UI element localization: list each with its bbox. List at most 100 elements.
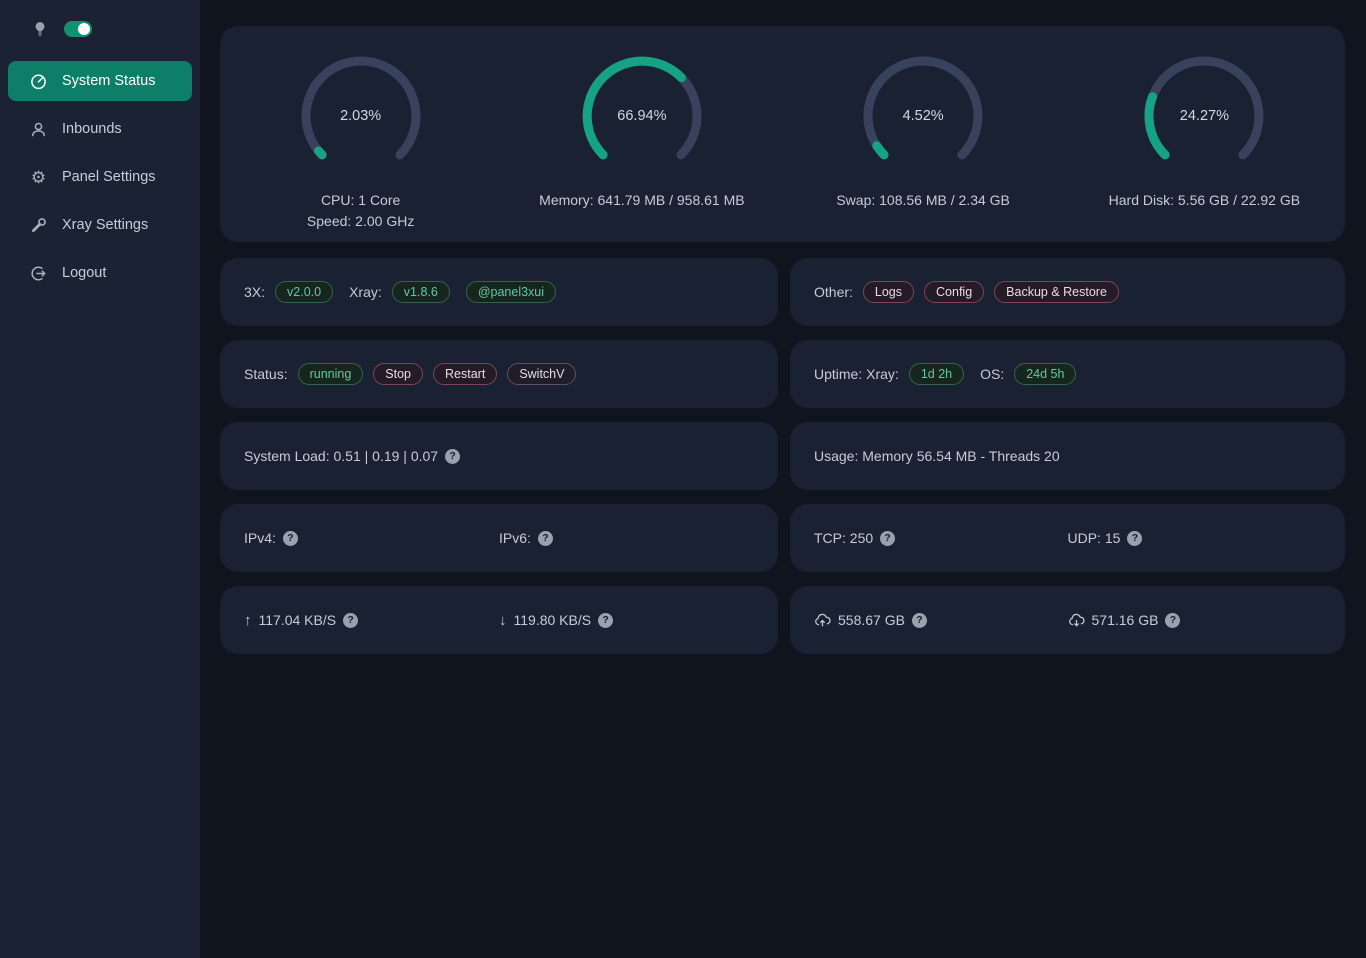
usage-text: Usage: Memory 56.54 MB - Threads 20 <box>814 448 1060 464</box>
cloud-download-icon <box>1068 612 1085 628</box>
udp-count-text: UDP: 15 <box>1068 530 1121 546</box>
lightbulb-icon <box>31 20 48 37</box>
tcp-section: TCP: 250 ? <box>814 530 1068 546</box>
system-load-card: System Load: 0.51 | 0.19 | 0.07 ? <box>220 422 778 490</box>
sidebar: System Status Inbounds ⚙ Panel Settings <box>0 0 200 958</box>
gauge: 2.03% CPU: 1 CoreSpeed: 2.00 GHz <box>220 55 501 242</box>
sent-traffic-section: 558.67 GB ? <box>814 612 1068 628</box>
upload-speed-section: ↑ 117.04 KB/S ? <box>244 612 499 629</box>
ipv4-label: IPv4: <box>244 530 276 546</box>
logout-icon <box>30 265 47 282</box>
traffic-card: 558.67 GB ? 571.16 GB ? <box>790 586 1345 654</box>
gear-icon: ⚙ <box>30 169 47 186</box>
download-speed-section: ↓ 119.80 KB/S ? <box>499 612 754 629</box>
gauge-label: Hard Disk: 5.56 GB / 22.92 GB <box>1109 190 1300 211</box>
info-grid: 3X: v2.0.0 Xray: v1.8.6 @panel3xui Other… <box>220 258 1345 654</box>
switch-version-button[interactable]: SwitchV <box>507 363 576 385</box>
sidebar-item-label: Xray Settings <box>62 217 148 233</box>
os-uptime-badge: 24d 5h <box>1014 363 1076 385</box>
ipv6-section: IPv6: ? <box>499 530 754 546</box>
status-label: Status: <box>244 366 288 382</box>
telegram-tag[interactable]: @panel3xui <box>466 281 556 303</box>
sidebar-item-label: Logout <box>62 265 106 281</box>
question-icon[interactable]: ? <box>445 449 460 464</box>
sidebar-item-system-status[interactable]: System Status <box>8 61 192 101</box>
theme-toggle-knob <box>78 23 90 35</box>
gauge-arc: 66.94% <box>581 55 703 177</box>
sidebar-item-panel-settings[interactable]: ⚙ Panel Settings <box>8 157 192 197</box>
download-speed-text: 119.80 KB/S <box>514 612 592 628</box>
xray-status-card: Status: running Stop Restart SwitchV <box>220 340 778 408</box>
arrow-up-icon: ↑ <box>244 612 252 629</box>
main-content: 2.03% CPU: 1 CoreSpeed: 2.00 GHz 66.94% Mem… <box>200 0 1366 654</box>
received-traffic-text: 571.16 GB <box>1092 612 1159 628</box>
config-button[interactable]: Config <box>924 281 984 303</box>
question-icon[interactable]: ? <box>912 613 927 628</box>
other-card: Other: Logs Config Backup & Restore <box>790 258 1345 326</box>
xray-uptime-badge: 1d 2h <box>909 363 964 385</box>
gauge-percent: 24.27% <box>1143 108 1265 124</box>
uptime-xray-label: Uptime: Xray: <box>814 366 899 382</box>
question-icon[interactable]: ? <box>880 531 895 546</box>
panel-version-label: 3X: <box>244 284 265 300</box>
sidebar-menu: System Status Inbounds ⚙ Panel Settings <box>0 61 200 293</box>
gauge-row: 2.03% CPU: 1 CoreSpeed: 2.00 GHz 66.94% Mem… <box>220 55 1345 242</box>
received-traffic-section: 571.16 GB ? <box>1068 612 1322 628</box>
cloud-upload-icon <box>814 612 831 628</box>
theme-row <box>0 20 200 37</box>
tcp-count-text: TCP: 250 <box>814 530 873 546</box>
question-icon[interactable]: ? <box>1127 531 1142 546</box>
sidebar-item-xray-settings[interactable]: Xray Settings <box>8 205 192 245</box>
question-icon[interactable]: ? <box>538 531 553 546</box>
gauge: 66.94% Memory: 641.79 MB / 958.61 MB <box>501 55 782 242</box>
xray-version-label: Xray: <box>349 284 382 300</box>
gauge-arc: 2.03% <box>300 55 422 177</box>
sidebar-item-logout[interactable]: Logout <box>8 253 192 293</box>
ipv6-label: IPv6: <box>499 530 531 546</box>
udp-section: UDP: 15 ? <box>1068 530 1322 546</box>
sent-traffic-text: 558.67 GB <box>838 612 905 628</box>
gauge-percent: 4.52% <box>862 108 984 124</box>
usage-card: Usage: Memory 56.54 MB - Threads 20 <box>790 422 1345 490</box>
uptime-os-label: OS: <box>980 366 1004 382</box>
ports-card: TCP: 250 ? UDP: 15 ? <box>790 504 1345 572</box>
question-icon[interactable]: ? <box>283 531 298 546</box>
gauge-label: Memory: 641.79 MB / 958.61 MB <box>539 190 744 211</box>
speed-card: ↑ 117.04 KB/S ? ↓ 119.80 KB/S ? <box>220 586 778 654</box>
system-load-text: System Load: 0.51 | 0.19 | 0.07 <box>244 448 438 464</box>
gauge-arc: 4.52% <box>862 55 984 177</box>
xray-version-tag[interactable]: v1.8.6 <box>392 281 450 303</box>
sidebar-item-label: Inbounds <box>62 121 122 137</box>
question-icon[interactable]: ? <box>1165 613 1180 628</box>
wrench-icon <box>30 217 47 234</box>
status-running-badge: running <box>298 363 364 385</box>
gauge-arc: 24.27% <box>1143 55 1265 177</box>
restart-button[interactable]: Restart <box>433 363 497 385</box>
other-label: Other: <box>814 284 853 300</box>
upload-speed-text: 117.04 KB/S <box>259 612 337 628</box>
question-icon[interactable]: ? <box>598 613 613 628</box>
dashboard-icon <box>30 73 47 90</box>
sidebar-item-label: Panel Settings <box>62 169 156 185</box>
uptime-card: Uptime: Xray: 1d 2h OS: 24d 5h <box>790 340 1345 408</box>
sidebar-item-label: System Status <box>62 73 155 89</box>
theme-toggle[interactable] <box>64 21 92 37</box>
gauge-percent: 66.94% <box>581 108 703 124</box>
gauge-percent: 2.03% <box>300 108 422 124</box>
gauges-card: 2.03% CPU: 1 CoreSpeed: 2.00 GHz 66.94% Mem… <box>220 26 1345 242</box>
ip-card: IPv4: ? IPv6: ? <box>220 504 778 572</box>
versions-card: 3X: v2.0.0 Xray: v1.8.6 @panel3xui <box>220 258 778 326</box>
gauge: 24.27% Hard Disk: 5.56 GB / 22.92 GB <box>1064 55 1345 242</box>
gauge: 4.52% Swap: 108.56 MB / 2.34 GB <box>783 55 1064 242</box>
ipv4-section: IPv4: ? <box>244 530 499 546</box>
arrow-down-icon: ↓ <box>499 612 507 629</box>
gauge-label: CPU: 1 CoreSpeed: 2.00 GHz <box>307 190 414 232</box>
panel-version-tag[interactable]: v2.0.0 <box>275 281 333 303</box>
sidebar-item-inbounds[interactable]: Inbounds <box>8 109 192 149</box>
backup-restore-button[interactable]: Backup & Restore <box>994 281 1119 303</box>
gauge-label: Swap: 108.56 MB / 2.34 GB <box>836 190 1010 211</box>
user-icon <box>30 121 47 138</box>
question-icon[interactable]: ? <box>343 613 358 628</box>
stop-button[interactable]: Stop <box>373 363 423 385</box>
logs-button[interactable]: Logs <box>863 281 914 303</box>
